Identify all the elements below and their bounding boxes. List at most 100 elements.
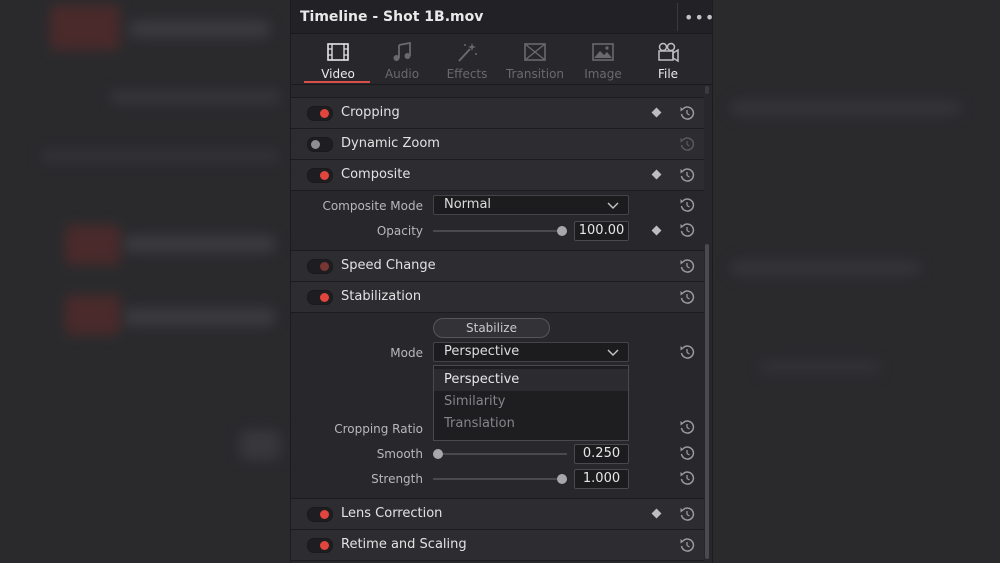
stabilization-toggle[interactable] — [307, 290, 333, 305]
smooth-slider-knob[interactable] — [433, 449, 443, 459]
tab-label: Image — [584, 67, 622, 81]
tab-label: Effects — [446, 67, 488, 81]
cropping-toggle[interactable] — [307, 106, 333, 121]
section-dynamic-zoom[interactable]: Dynamic Zoom — [291, 128, 704, 160]
composite-mode-label: Composite Mode — [322, 199, 423, 213]
composite-toggle[interactable] — [307, 168, 333, 183]
inspector-tabs: Video Audio Effects Transition Image Fil… — [291, 34, 712, 85]
reset-icon[interactable] — [679, 470, 695, 486]
reset-icon[interactable] — [679, 197, 695, 213]
keyframe-diamond-icon[interactable] — [651, 508, 662, 519]
dropdown-value: Normal — [444, 197, 492, 212]
smooth-label: Smooth — [376, 447, 423, 461]
toggle-dot — [320, 510, 329, 519]
reset-icon[interactable] — [679, 344, 695, 360]
section-cropping[interactable]: Cropping — [291, 97, 704, 129]
section-retime-and-scaling[interactable]: Retime and Scaling — [291, 529, 704, 561]
reset-icon[interactable] — [679, 258, 695, 274]
section-composite[interactable]: Composite — [291, 159, 704, 191]
reset-icon[interactable] — [679, 222, 695, 238]
section-lens-correction[interactable]: Lens Correction — [291, 498, 704, 530]
dynamic-zoom-toggle[interactable] — [307, 137, 333, 152]
menu-item-label: Translation — [444, 416, 515, 431]
toggle-dot — [320, 109, 329, 118]
opacity-label: Opacity — [376, 224, 423, 238]
toggle-dot — [311, 140, 320, 149]
title-separator — [677, 3, 678, 31]
reset-icon[interactable] — [679, 289, 695, 305]
composite-mode-dropdown[interactable]: Normal — [433, 195, 629, 215]
section-label: Cropping — [341, 105, 400, 120]
toggle-dot — [320, 262, 329, 271]
keyframe-diamond-icon[interactable] — [651, 169, 662, 180]
tab-transition[interactable]: Transition — [503, 39, 567, 83]
section-label: Stabilization — [341, 289, 422, 304]
chevron-down-icon — [607, 202, 619, 209]
active-tab-underline — [304, 81, 370, 83]
reset-icon[interactable] — [679, 506, 695, 522]
section-label: Retime and Scaling — [341, 537, 467, 552]
chevron-down-icon — [607, 349, 619, 356]
tab-video[interactable]: Video — [304, 39, 370, 83]
stabilization-mode-dropdown[interactable]: Perspective — [433, 342, 629, 362]
stabilization-mode-menu: Perspective Similarity Translation — [433, 365, 629, 441]
opacity-slider-track[interactable] — [433, 230, 567, 232]
tab-image[interactable]: Image — [571, 39, 635, 83]
transition-icon — [524, 43, 546, 61]
magic-wand-icon — [458, 43, 477, 62]
image-icon — [592, 43, 614, 61]
section-label: Speed Change — [341, 258, 436, 273]
section-stabilization[interactable]: Stabilization — [291, 281, 704, 313]
reset-icon[interactable] — [679, 105, 695, 121]
tab-label: Video — [321, 67, 355, 81]
section-speed-change[interactable]: Speed Change — [291, 250, 704, 282]
strength-value-field[interactable]: 1.000 — [574, 469, 629, 489]
cropping-ratio-label: Cropping Ratio — [334, 422, 423, 436]
opacity-value-field[interactable]: 100.00 — [574, 221, 629, 241]
reset-icon[interactable] — [679, 445, 695, 461]
music-note-icon — [393, 41, 411, 61]
menu-item-perspective[interactable]: Perspective — [434, 369, 628, 391]
film-icon — [327, 43, 349, 61]
smooth-slider-track[interactable] — [433, 453, 567, 455]
menu-item-label: Similarity — [444, 394, 506, 409]
strength-slider-track[interactable] — [433, 478, 567, 480]
tab-label: File — [657, 67, 679, 81]
reset-icon[interactable] — [679, 537, 695, 553]
inspector-panel: Timeline - Shot 1B.mov ••• Video Audio E… — [290, 0, 713, 563]
film-reel-icon — [658, 42, 679, 63]
retime-scaling-toggle[interactable] — [307, 538, 333, 553]
keyframe-diamond-icon[interactable] — [651, 107, 662, 118]
toggle-dot — [320, 171, 329, 180]
reset-icon[interactable] — [679, 136, 695, 152]
lens-correction-toggle[interactable] — [307, 507, 333, 522]
opacity-slider-knob[interactable] — [557, 226, 567, 236]
smooth-value-field[interactable]: 0.250 — [574, 444, 629, 464]
tab-effects[interactable]: Effects — [435, 39, 499, 83]
more-options-icon[interactable]: ••• — [684, 8, 712, 27]
reset-icon[interactable] — [679, 419, 695, 435]
toggle-dot — [320, 541, 329, 550]
stabilize-button[interactable]: Stabilize — [433, 318, 550, 338]
tab-label: Transition — [505, 67, 565, 81]
keyframe-diamond-icon[interactable] — [651, 225, 662, 236]
dropdown-value: Perspective — [444, 344, 520, 359]
section-label: Dynamic Zoom — [341, 136, 440, 151]
speed-change-toggle[interactable] — [307, 259, 333, 274]
inspector-title: Timeline - Shot 1B.mov — [300, 9, 484, 25]
tab-audio[interactable]: Audio — [370, 39, 434, 83]
strength-slider-knob[interactable] — [557, 474, 567, 484]
tab-file[interactable]: File — [636, 39, 700, 83]
strength-label: Strength — [371, 472, 423, 486]
scrollbar-top-indicator — [705, 86, 709, 94]
section-label: Lens Correction — [341, 506, 443, 521]
scrollbar[interactable] — [705, 244, 709, 559]
reset-icon[interactable] — [679, 167, 695, 183]
menu-item-translation[interactable]: Translation — [434, 413, 628, 435]
stabilization-mode-label: Mode — [390, 346, 423, 360]
toggle-dot — [320, 293, 329, 302]
menu-item-similarity[interactable]: Similarity — [434, 391, 628, 413]
menu-item-label: Perspective — [444, 372, 520, 387]
tab-label: Audio — [384, 67, 420, 81]
section-label: Composite — [341, 167, 411, 182]
